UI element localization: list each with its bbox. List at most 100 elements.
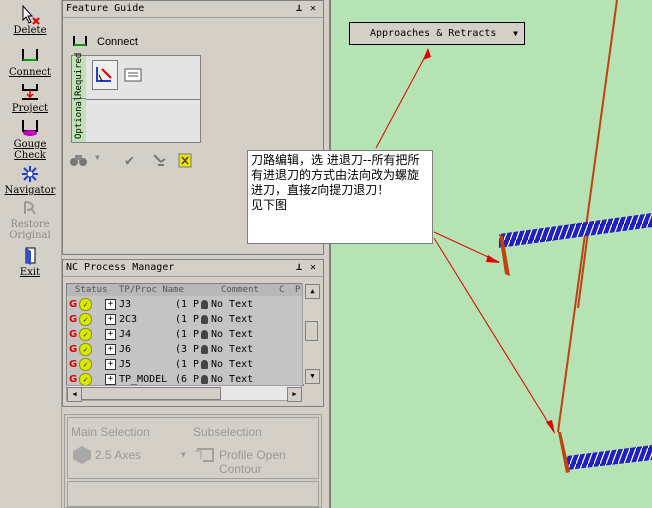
toolpath-select-button[interactable] (92, 60, 118, 90)
table-row[interactable]: G ✓ +2C3 (1 P No Text (67, 312, 303, 327)
approaches-retracts-label: Approaches & Retracts (370, 28, 497, 39)
status-check-icon: ✓ (79, 358, 92, 371)
scroll-left-icon[interactable]: ◀ (67, 387, 82, 402)
approaches-retracts-dropdown[interactable]: Approaches & Retracts ▼ (349, 22, 525, 45)
callout-arrow-1 (375, 50, 429, 149)
command-toolbar: Delete Connect Project Gouge Check Navig… (0, 0, 62, 508)
status-check-icon: ✓ (79, 313, 92, 326)
column-name[interactable]: TP/Proc Name (119, 284, 184, 296)
wizard-icon[interactable] (177, 151, 193, 172)
scroll-down-icon[interactable]: ▼ (305, 369, 320, 384)
status-check-icon: ✓ (79, 298, 92, 311)
selection-list (67, 481, 319, 507)
row-name: TP_MODEL (119, 374, 168, 385)
connect-icon (73, 36, 87, 46)
row-comment: No Text (211, 359, 254, 370)
status-g-icon: G (69, 314, 78, 325)
horizontal-scrollbar[interactable]: ◀ ▶ (66, 385, 302, 402)
subselection-label: Subselection (193, 425, 262, 439)
table-row[interactable]: G ✓ + J6 (3 P No Text (67, 342, 303, 357)
navigator-button[interactable]: Navigator (0, 164, 60, 196)
navigator-icon (0, 164, 60, 184)
status-g-icon: G (69, 299, 78, 310)
column-status[interactable]: Status (75, 284, 108, 296)
chevron-down-icon[interactable]: ▼ (95, 153, 100, 162)
row-count: (1 P (175, 329, 200, 340)
feature-guide-titlebar: Feature Guide ⊥ ✕ (63, 1, 323, 18)
expand-icon[interactable]: + (105, 329, 116, 340)
column-comment[interactable]: Comment (221, 284, 259, 296)
tool-edit-icon[interactable] (151, 151, 169, 172)
bulb-icon (201, 300, 208, 309)
profile-contour-icon (193, 445, 217, 468)
status-check-icon: ✓ (79, 343, 92, 356)
bulb-icon (201, 375, 208, 384)
gouge-check-button[interactable]: Gouge Check (0, 118, 60, 161)
row-name: J6 (119, 344, 132, 355)
retract-line (557, 0, 618, 433)
expand-icon[interactable]: + (105, 344, 116, 355)
row-comment: No Text (211, 344, 254, 355)
binoculars-icon[interactable] (69, 153, 89, 170)
selection-panel: Main Selection Subselection 2.5 Axes ▼ P… (64, 414, 322, 508)
row-count: (3 P (175, 344, 200, 355)
tab-required[interactable]: Required (72, 53, 86, 99)
row-comment: No Text (211, 374, 254, 385)
close-icon[interactable]: ✕ (307, 1, 319, 17)
column-c[interactable]: C (279, 284, 284, 296)
connect-icon (0, 46, 60, 66)
row-name: J4 (119, 329, 132, 340)
vertical-scrollbar[interactable]: ▲ ▼ (302, 283, 320, 384)
row-name: 2C3 (119, 314, 138, 325)
scroll-right-icon[interactable]: ▶ (287, 387, 302, 402)
hscroll-thumb[interactable] (81, 387, 221, 400)
feature-guide-title: Feature Guide (66, 3, 145, 14)
main-selection-label: Main Selection (71, 425, 150, 439)
status-g-icon: G (69, 374, 78, 385)
row-count: (6 P (175, 374, 200, 385)
tab-optional[interactable]: Optional (72, 96, 86, 142)
connect-step-label: Connect (97, 36, 138, 48)
nc-manager-title: NC Process Manager (66, 262, 175, 273)
connect-button[interactable]: Connect (0, 46, 60, 78)
status-g-icon: G (69, 329, 78, 340)
pin-icon[interactable]: ⊥ (293, 1, 305, 17)
plunge-lower (558, 432, 570, 473)
row-count: (1 P (175, 314, 200, 325)
toolpath-select-icon (96, 67, 112, 82)
bulb-icon (201, 330, 208, 339)
table-row[interactable]: G ✓ + TP_MODEL (6 P No Text (67, 372, 303, 385)
toolpath-view (375, 0, 652, 473)
bulb-icon (201, 360, 208, 369)
close-icon[interactable]: ✕ (307, 260, 319, 276)
table-header: Status TP/Proc Name Comment C P (67, 284, 303, 296)
table-row[interactable]: G ✓ + J4 (1 P No Text (67, 327, 303, 342)
scroll-up-icon[interactable]: ▲ (305, 284, 320, 299)
row-count: (1 P (175, 299, 200, 310)
main-selection-value[interactable]: 2.5 Axes (95, 448, 141, 462)
chevron-down-icon[interactable]: ▼ (181, 450, 186, 459)
project-button[interactable]: Project (0, 82, 60, 114)
scroll-thumb[interactable] (305, 321, 318, 341)
restore-original-button[interactable]: Restore Original (0, 198, 60, 241)
expand-icon[interactable]: + (105, 299, 116, 310)
divider (86, 99, 201, 100)
list-window-icon[interactable] (124, 68, 142, 82)
subselection-value[interactable]: Profile Open Contour (219, 448, 321, 476)
column-p[interactable]: P (295, 284, 300, 296)
status-check-icon: ✓ (79, 328, 92, 341)
nc-process-table: Status TP/Proc Name Comment C P G ✓ + J3 (1 … (66, 283, 304, 386)
table-row[interactable]: G ✓ + J3 (1 P No Text (67, 297, 303, 312)
annotation-callout: 刀路编辑，选 进退刀--所有把所有进退刀的方式由法向改为螺旋进刀，直接z向提刀退… (247, 150, 433, 244)
expand-icon[interactable]: + (105, 359, 116, 370)
table-row[interactable]: G ✓ + J5 (1 P No Text (67, 357, 303, 372)
chevron-down-icon: ▼ (513, 29, 518, 38)
expand-icon[interactable]: + (105, 314, 116, 325)
expand-icon[interactable]: + (105, 374, 116, 385)
delete-button[interactable]: Delete (0, 4, 60, 42)
connect-step[interactable]: Connect (71, 33, 191, 51)
exit-button[interactable]: Exit (0, 246, 60, 278)
graphics-viewport[interactable] (329, 0, 652, 508)
pin-icon[interactable]: ⊥ (293, 260, 305, 276)
check-icon[interactable]: ✔ (125, 151, 134, 169)
